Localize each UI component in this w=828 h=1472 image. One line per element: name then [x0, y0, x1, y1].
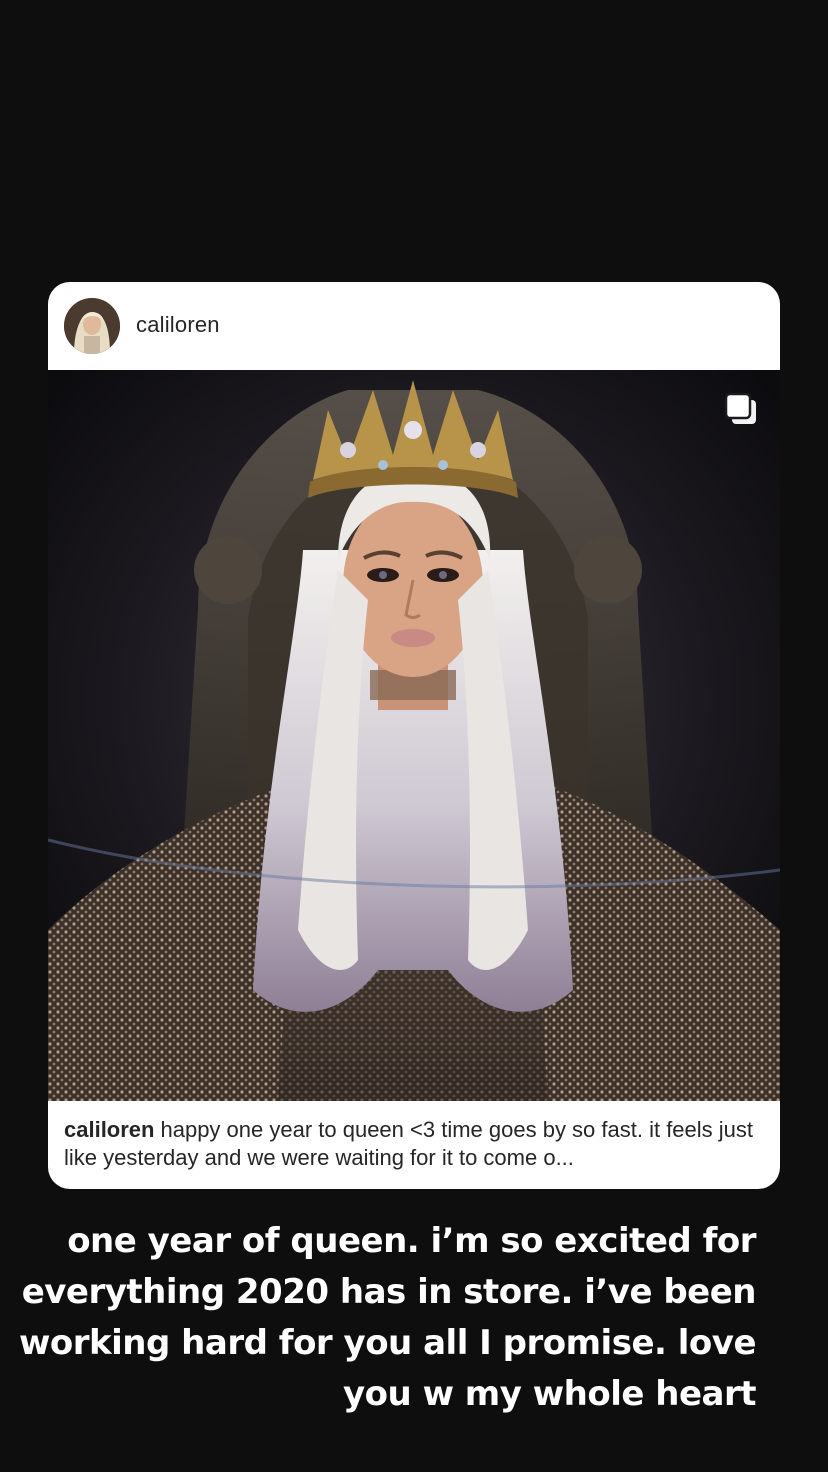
shared-post-card[interactable]: caliloren caliloren happy one year to qu… [48, 282, 780, 1189]
post-caption[interactable]: caliloren happy one year to queen <3 time… [64, 1116, 764, 1172]
story-text-overlay: one year of queen. i’m so excited for ev… [19, 1221, 757, 1414]
post-header[interactable]: caliloren [48, 282, 780, 370]
post-photo[interactable] [48, 370, 780, 1101]
caption-username[interactable]: caliloren [64, 1117, 154, 1142]
profile-avatar[interactable] [64, 298, 120, 354]
caption-text: happy one year to queen <3 time goes by … [64, 1117, 754, 1170]
post-username[interactable]: caliloren [136, 312, 220, 338]
multiple-photos-icon [724, 392, 758, 426]
